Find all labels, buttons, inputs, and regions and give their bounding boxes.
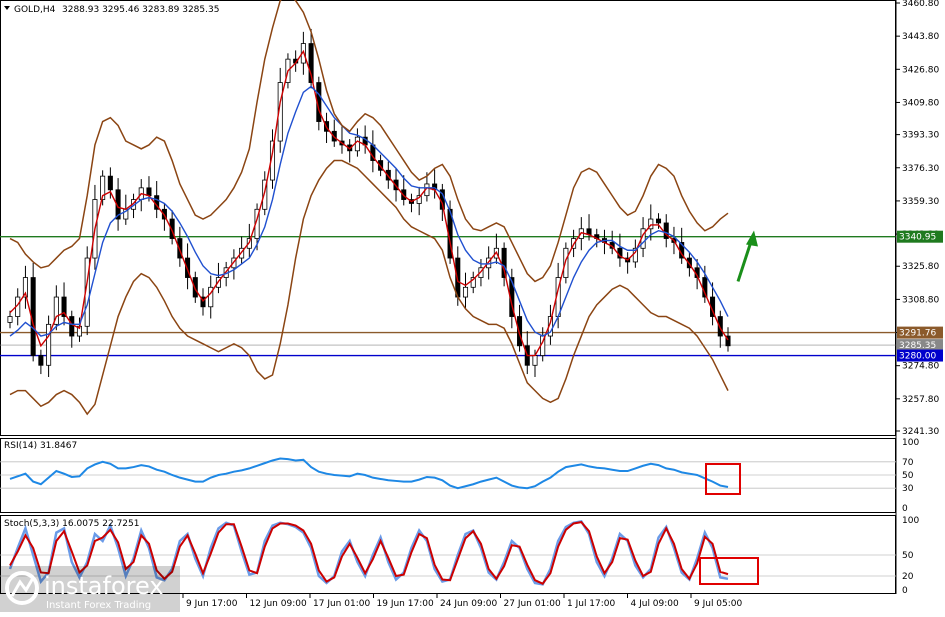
candle-body [146,187,152,197]
stoch-level-label: 100 [902,516,919,526]
stoch-level-label: 20 [902,572,914,582]
rsi-panel-frame [0,438,896,513]
rsi-level-label: 50 [902,471,914,481]
chart-canvas: 3460.80 3443.80 3426.80 3409.80 3393.30 3376.… [0,0,943,612]
candle-body [532,355,538,366]
level-label: 3280.00 [899,352,936,362]
price-tick-label: 3359.30 [902,197,939,207]
candle-body [7,316,13,323]
rsi-level-label: 100 [902,438,919,448]
candle-body [501,247,507,278]
candle-body [354,136,360,152]
stoch-level-label: 0 [902,586,908,596]
chart-header: GOLD,H4 3288.93 3295.46 3283.89 3285.35 [4,5,219,15]
rsi-title: RSI(14) 31.8467 [4,441,77,451]
stoch-title: Stoch(5,3,3) 16.0075 22.7251 [4,519,139,529]
price-tick-label: 3409.80 [902,98,939,108]
candle-body [655,218,662,224]
price-tick-label: 3426.80 [902,65,939,75]
time-tick-label: 9 Jun 17:00 [186,599,238,609]
price-tick-label: 3325.80 [902,262,939,272]
level-label: 3340.95 [899,233,936,243]
candle-body [69,316,75,337]
price-tick-label: 3393.30 [902,131,939,141]
price-tick-label: 3274.80 [902,362,939,372]
time-tick-label: 12 Jun 09:00 [250,599,307,609]
time-tick-label: 17 Jun 01:00 [313,599,370,609]
time-tick-label: 27 Jun 01:00 [504,599,561,609]
chart-root: 3460.80 3443.80 3426.80 3409.80 3393.30 3376.… [0,0,945,613]
time-tick-label: 19 Jun 17:00 [377,599,434,609]
rsi-level-label: 30 [902,484,914,494]
time-axis: 9 Jun 17:00 12 Jun 09:00 17 Jun 01:00 19 Ju… [182,594,743,609]
price-tick-label: 3241.30 [902,427,939,437]
price-tick-label: 3376.30 [902,164,939,174]
watermark-brand: instaforex [44,572,164,600]
ohlc-readout: 3288.93 3295.46 3283.89 3285.35 [62,5,219,15]
level-label: 3291.76 [899,329,936,339]
price-tick-label: 3460.80 [902,0,939,9]
candle-body [38,355,44,366]
stoch-level-label: 50 [902,551,914,561]
rsi-level-label: 0 [902,504,908,514]
candle-body [107,175,113,191]
price-tick-label: 3443.80 [902,32,939,42]
time-tick-label: 24 Jun 09:00 [440,599,497,609]
candle-body [455,257,461,298]
candle-body [462,286,469,298]
price-tick-label: 3308.80 [902,295,939,305]
time-tick-label: 4 Jul 09:00 [631,599,680,609]
price-tick-label: 3257.80 [902,395,939,405]
watermark-logo: instaforex Instant Forex Trading [0,566,180,612]
time-tick-label: 9 Jul 05:00 [694,599,743,609]
time-tick-label: 1 Jul 17:00 [567,599,616,609]
watermark-tagline: Instant Forex Trading [46,600,151,611]
symbol-title: GOLD,H4 [14,5,56,15]
rsi-level-label: 70 [902,458,914,468]
